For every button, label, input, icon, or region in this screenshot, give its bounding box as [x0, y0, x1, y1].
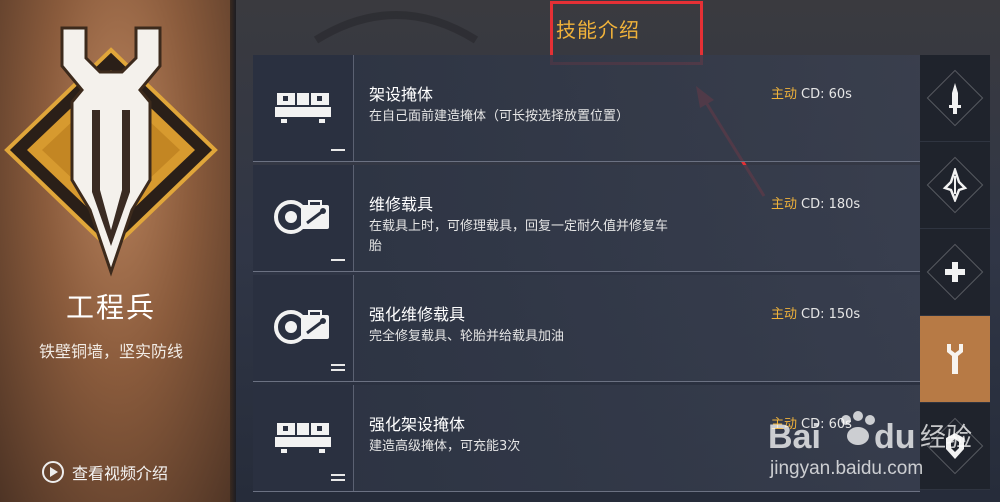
repair-kit-icon — [274, 200, 329, 234]
skill-icon-cell — [253, 165, 354, 271]
baidu-watermark-logo: Bai du 经验 — [768, 411, 972, 456]
class-panel: 工程兵 铁壁铜墙，坚实防线 查看视频介绍 — [0, 0, 236, 502]
skill-name: 强化维修载具 — [369, 305, 466, 324]
skill-description: 在载具上时，可修理载具，回复一定耐久值并修复车胎 — [369, 219, 669, 254]
skill-row[interactable]: 强化维修载具 完全修复载具、轮胎并给载具加油 主动 CD: 150s — [253, 275, 920, 382]
skill-name: 维修载具 — [369, 195, 434, 214]
svg-text:Bai: Bai — [768, 418, 821, 456]
skill-type: 主动 — [771, 87, 798, 102]
wrench-icon — [947, 344, 963, 374]
skill-row[interactable]: 维修载具 在载具上时，可修理载具，回复一定耐久值并修复车胎 主动 CD: 180s — [253, 165, 920, 272]
barrier-icon — [275, 93, 331, 123]
skill-name: 强化架设掩体 — [369, 415, 466, 434]
skill-cooldown: 主动 CD: 150s — [771, 303, 860, 322]
svg-text:du: du — [874, 418, 916, 456]
svg-text:经验: 经验 — [920, 423, 972, 453]
skill-row[interactable]: 架设掩体 在自己面前建造掩体（可长按选择放置位置） 主动 CD: 60s — [253, 55, 920, 162]
side-tab-medic[interactable] — [920, 229, 990, 316]
skill-name: 架设掩体 — [369, 85, 434, 104]
skill-icon-cell — [253, 275, 354, 381]
dagger-icon — [949, 83, 961, 114]
skill-cd-value: CD: 60s — [801, 87, 852, 102]
skill-cd-value: CD: 150s — [801, 307, 861, 322]
watch-video-button[interactable]: 查看视频介绍 — [42, 460, 168, 484]
skill-type: 主动 — [771, 307, 798, 322]
side-tab-recon[interactable] — [920, 142, 990, 229]
barrier-icon — [275, 423, 331, 453]
skill-level-mark — [331, 471, 345, 481]
claw-icon — [942, 168, 968, 202]
background-scratch — [313, 11, 479, 44]
play-icon — [42, 461, 64, 483]
class-name: 工程兵 — [65, 291, 156, 324]
engineer-emblem-icon — [4, 26, 218, 277]
skill-description: 建造高级掩体，可充能3次 — [369, 439, 521, 454]
skill-description: 在自己面前建造掩体（可长按选择放置位置） — [369, 109, 630, 124]
skill-level-mark — [331, 256, 345, 261]
skill-description: 完全修复载具、轮胎并给载具加油 — [369, 329, 565, 344]
skill-cooldown: 主动 CD: 60s — [771, 83, 852, 102]
skill-level-mark — [331, 146, 345, 151]
watch-video-label: 查看视频介绍 — [72, 464, 169, 483]
watermark-url: jingyan.baidu.com — [770, 458, 924, 479]
skill-type: 主动 — [771, 197, 798, 212]
skill-icon-cell — [253, 385, 354, 491]
medic-cross-icon — [945, 262, 965, 282]
skill-level-mark — [331, 361, 345, 371]
repair-kit-icon — [274, 310, 329, 344]
side-tab-assault[interactable] — [920, 55, 990, 142]
skill-cooldown: 主动 CD: 180s — [771, 193, 860, 212]
skill-cd-value: CD: 180s — [801, 197, 861, 212]
class-slogan: 铁壁铜墙，坚实防线 — [38, 342, 183, 361]
skill-icon-cell — [253, 55, 354, 161]
